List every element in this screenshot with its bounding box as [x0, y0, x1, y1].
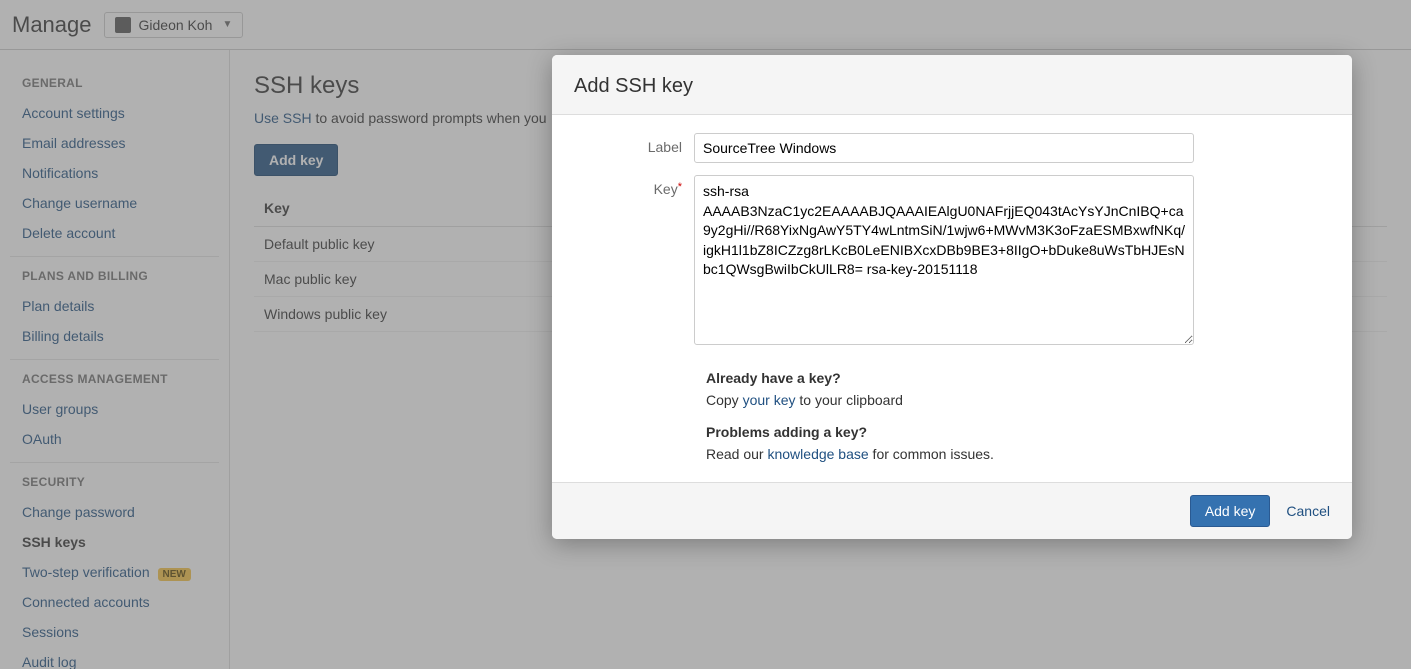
problems-heading: Problems adding a key?	[706, 414, 1226, 440]
form-help: Already have a key? Copy your key to you…	[706, 360, 1226, 462]
add-ssh-key-modal: Add SSH key Label Key* Already have a ke…	[552, 55, 1352, 539]
key-field-label: Key*	[574, 175, 694, 348]
label-input[interactable]	[694, 133, 1194, 163]
key-textarea[interactable]	[694, 175, 1194, 345]
modal-add-key-button[interactable]: Add key	[1190, 495, 1271, 527]
already-have-key-heading: Already have a key?	[706, 360, 1226, 386]
already-have-key-text: Copy your key to your clipboard	[706, 392, 1226, 408]
modal-title: Add SSH key	[552, 55, 1352, 115]
problems-text: Read our knowledge base for common issue…	[706, 446, 1226, 462]
label-field-label: Label	[574, 133, 694, 163]
knowledge-base-link[interactable]: knowledge base	[767, 446, 868, 462]
your-key-link[interactable]: your key	[743, 392, 796, 408]
modal-cancel-link[interactable]: Cancel	[1286, 503, 1330, 519]
